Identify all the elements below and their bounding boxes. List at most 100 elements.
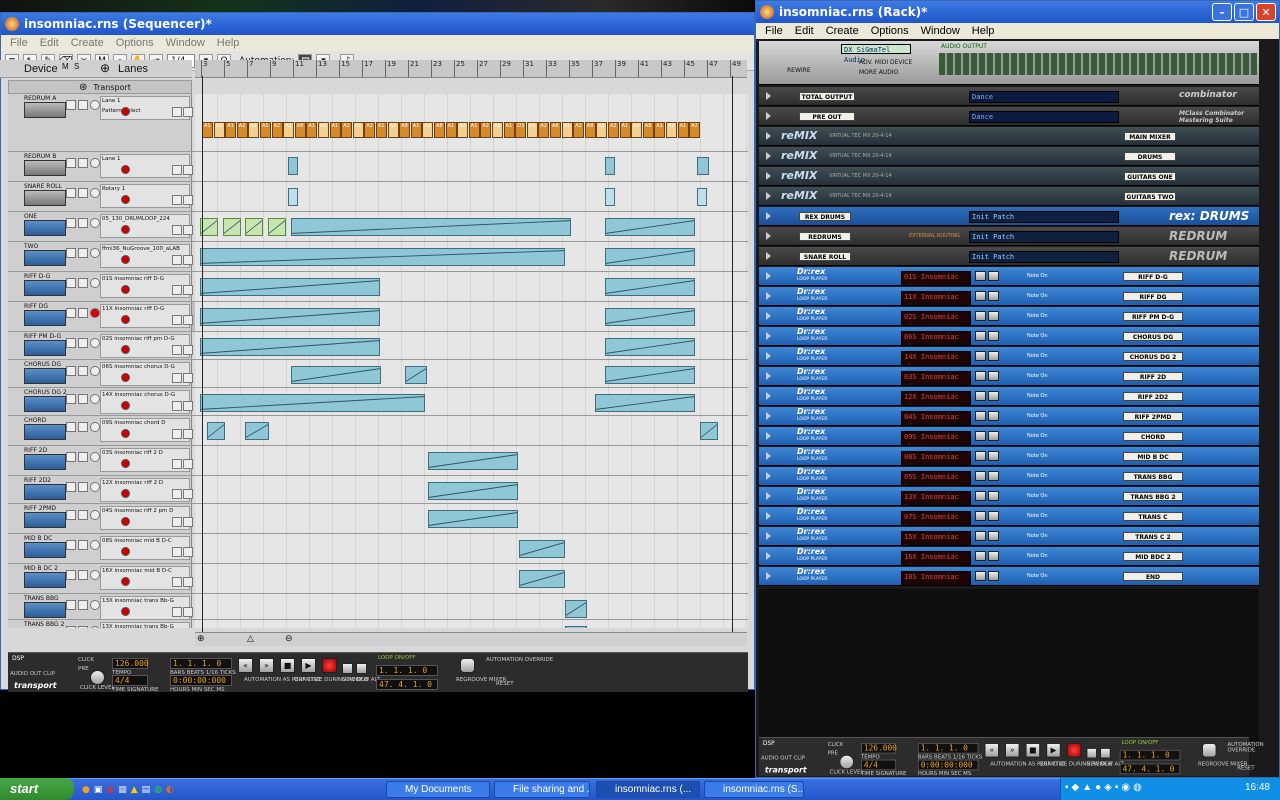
drrex-device[interactable]: Dr:rexLOOP PLAYER 01S Insomniac ri Note On… bbox=[759, 267, 1259, 286]
mute-button[interactable] bbox=[66, 626, 76, 628]
rex-file-display[interactable]: 12X Insomniac ri bbox=[901, 391, 971, 405]
solo-button[interactable] bbox=[78, 600, 88, 610]
pattern-clip[interactable]: A1 bbox=[306, 122, 318, 138]
browse-button[interactable] bbox=[975, 451, 986, 461]
rex-file-display[interactable]: 16X Insomniac mi bbox=[901, 551, 971, 565]
pattern-clip[interactable]: A2 bbox=[631, 122, 643, 138]
pattern-clip[interactable]: A1 bbox=[654, 122, 666, 138]
mute-button[interactable] bbox=[66, 394, 76, 404]
taskbar-item[interactable]: insomniac.rns (S... bbox=[704, 781, 804, 798]
pattern-clip[interactable]: A2 bbox=[457, 122, 469, 138]
browse-button[interactable] bbox=[975, 371, 986, 381]
rex-file-display[interactable]: 06S Insomniac ch bbox=[901, 331, 971, 345]
track-clip-area[interactable] bbox=[195, 388, 748, 415]
track-clip-area[interactable] bbox=[195, 212, 748, 241]
device-thumbnail[interactable] bbox=[24, 512, 66, 528]
pattern-clip[interactable]: A1 bbox=[468, 122, 480, 138]
mute-button[interactable] bbox=[66, 540, 76, 550]
drum-device[interactable]: REX DRUMS Init Patch rex: DRUMS bbox=[759, 207, 1259, 226]
vlc-icon[interactable]: ▲ bbox=[131, 785, 138, 795]
load-button[interactable] bbox=[988, 571, 999, 581]
patch-display[interactable]: Init Patch bbox=[969, 211, 1119, 223]
rex-clip[interactable] bbox=[223, 218, 241, 236]
mute-button[interactable] bbox=[66, 482, 76, 492]
lane-mute-button[interactable] bbox=[172, 195, 182, 205]
lane-solo-button[interactable] bbox=[183, 285, 193, 295]
mute-button[interactable] bbox=[66, 218, 76, 228]
menu-item-file[interactable]: File bbox=[5, 37, 33, 49]
rex-clip[interactable] bbox=[428, 510, 518, 528]
record-enable-button[interactable] bbox=[90, 338, 100, 348]
track-device-panel[interactable]: SNARE ROLL Rotary 1 bbox=[8, 182, 193, 211]
stop-button[interactable]: ■ bbox=[1025, 742, 1041, 758]
solo-button[interactable] bbox=[78, 570, 88, 580]
lane-mute-button[interactable] bbox=[172, 607, 182, 617]
loop-left-display[interactable]: 1. 1. 1. 0 bbox=[376, 665, 438, 676]
track-clip-area[interactable] bbox=[195, 504, 748, 533]
mute-button[interactable] bbox=[66, 248, 76, 258]
drrex-device[interactable]: Dr:rexLOOP PLAYER 04S Insomniac ri Note On… bbox=[759, 407, 1259, 426]
fold-arrow-icon[interactable] bbox=[766, 452, 771, 460]
track-clip-area[interactable] bbox=[195, 332, 748, 359]
track-device-panel[interactable]: RIFF 2PMD 04S insomniac riff 2 pm D bbox=[8, 504, 193, 533]
lane-solo-button[interactable] bbox=[183, 225, 193, 235]
desktop-icon[interactable]: ▣ bbox=[94, 785, 103, 795]
device-thumbnail[interactable] bbox=[24, 190, 66, 206]
track-clip-area[interactable] bbox=[195, 272, 748, 301]
browse-button[interactable] bbox=[975, 471, 986, 481]
explorer-icon[interactable]: ▤ bbox=[142, 785, 151, 795]
pattern-clip[interactable]: A1 bbox=[619, 122, 631, 138]
drum-device[interactable]: SNARE ROLL Init Patch REDRUM bbox=[759, 247, 1259, 266]
rex-file-display[interactable]: 09S Insomniac ch bbox=[901, 431, 971, 445]
menu-item-window[interactable]: Window bbox=[161, 37, 210, 49]
rex-clip[interactable] bbox=[605, 338, 695, 356]
maximize-icon[interactable]: □ bbox=[1234, 3, 1254, 21]
lane-solo-button[interactable] bbox=[183, 195, 193, 205]
lane-solo-button[interactable] bbox=[183, 489, 193, 499]
fold-arrow-icon[interactable] bbox=[766, 532, 771, 540]
lane-solo-button[interactable] bbox=[183, 517, 193, 527]
rex-file-display[interactable]: 10S Insomniac en bbox=[901, 571, 971, 585]
fast-forward-button[interactable]: » bbox=[259, 658, 274, 673]
rex-clip[interactable] bbox=[291, 218, 571, 236]
browse-button[interactable] bbox=[975, 391, 986, 401]
track-device-panel[interactable]: TWO ffmi36_NuGroove_100_aLAB bbox=[8, 242, 193, 271]
browse-button[interactable] bbox=[975, 571, 986, 581]
fold-arrow-icon[interactable] bbox=[766, 252, 771, 260]
track-clip-area[interactable]: A1 D3 A1 A2 A1 A1 A2 A1 A8 A1 A2 A1 A2 A1 A2 A1 A2 A8 A1 A2… bbox=[195, 94, 748, 151]
drum-device[interactable]: REDRUMS Init Patch EXTERNAL ROUTING REDRUM bbox=[759, 227, 1259, 246]
pattern-clip[interactable]: A1 bbox=[376, 122, 387, 138]
combinator-device[interactable]: PRE OUT Dance MClass Combinator Mastering … bbox=[759, 107, 1259, 126]
fold-arrow-icon[interactable] bbox=[766, 172, 771, 180]
pattern-clip[interactable]: A2 bbox=[341, 122, 353, 138]
track-clip-area[interactable] bbox=[195, 152, 748, 181]
rex-file-display[interactable]: 14X Insomniac ch bbox=[901, 351, 971, 365]
load-button[interactable] bbox=[988, 371, 999, 381]
loop-right-display[interactable]: 47. 4. 1. 0 bbox=[376, 679, 438, 690]
pattern-clip[interactable]: A1 bbox=[526, 122, 538, 138]
regroove-mixer-button[interactable] bbox=[1201, 742, 1217, 758]
rex-clip[interactable] bbox=[245, 422, 269, 440]
lane-mute-button[interactable] bbox=[172, 285, 182, 295]
track-device-panel[interactable]: RIFF D-G 01S insomniac riff D-G bbox=[8, 272, 193, 301]
drrex-device[interactable]: Dr:rexLOOP PLAYER 06S Insomniac ch Note On… bbox=[759, 327, 1259, 346]
drrex-device[interactable]: Dr:rexLOOP PLAYER 14X Insomniac ch Note On… bbox=[759, 347, 1259, 366]
load-button[interactable] bbox=[988, 451, 999, 461]
lane-mute-button[interactable] bbox=[172, 459, 182, 469]
record-enable-button[interactable] bbox=[90, 600, 100, 610]
lane-mute-button[interactable] bbox=[172, 225, 182, 235]
mixer-device[interactable]: reMIX VIRTUAL TEC MX 20-4-14 MAIN MIXER bbox=[759, 127, 1259, 146]
sequencer-title-bar[interactable]: insomniac.rns (Sequencer)* bbox=[1, 13, 754, 35]
mute-button[interactable] bbox=[66, 188, 76, 198]
pattern-clip[interactable]: A8 bbox=[434, 122, 445, 138]
device-thumbnail[interactable] bbox=[24, 424, 66, 440]
pattern-clip[interactable]: A2 bbox=[236, 122, 248, 138]
track-clip-area[interactable] bbox=[195, 446, 748, 475]
fold-arrow-icon[interactable] bbox=[766, 472, 771, 480]
drrex-device[interactable]: Dr:rexLOOP PLAYER 03S Insomniac ri Note On… bbox=[759, 367, 1259, 386]
lane-solo-button[interactable] bbox=[183, 107, 193, 117]
transport-track[interactable]: ⊛ Transport bbox=[8, 80, 192, 94]
rex-file-display[interactable]: 03S Insomniac ri bbox=[901, 371, 971, 385]
click-level-knob[interactable] bbox=[90, 670, 105, 685]
rex-file-display[interactable]: 11X Insomniac ri bbox=[901, 291, 971, 305]
